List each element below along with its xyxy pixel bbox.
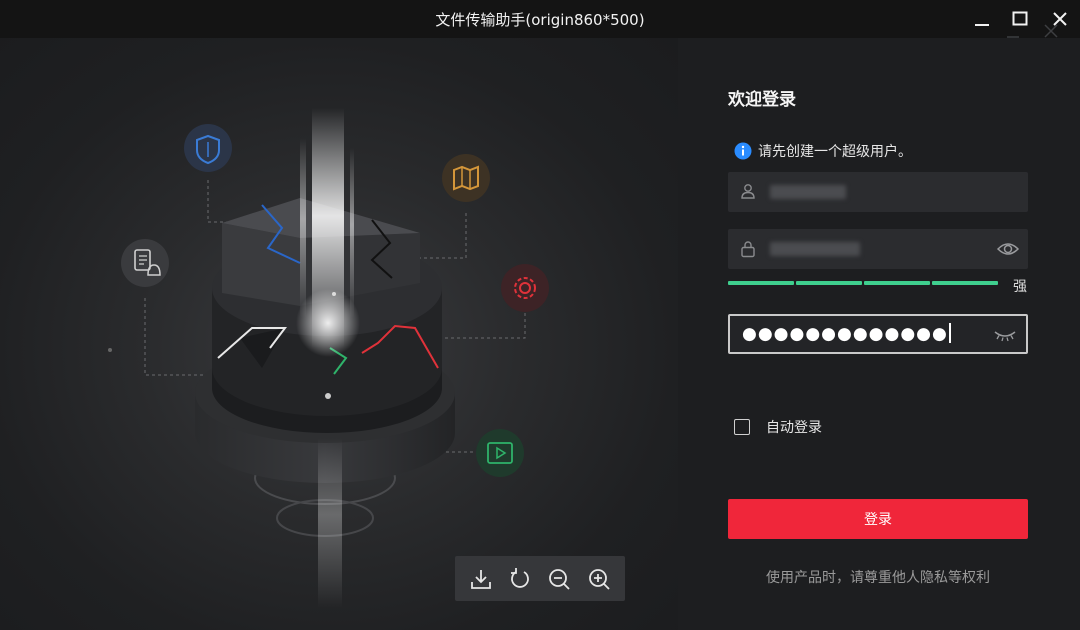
password-field[interactable] — [728, 229, 1028, 269]
document-bell-icon — [121, 239, 169, 287]
password-strength-label: 强 — [1013, 279, 1027, 295]
strength-bar-1 — [728, 281, 794, 285]
lock-icon — [741, 241, 755, 258]
info-message: 请先创建一个超级用户。 — [734, 140, 912, 162]
login-panel: 欢迎登录 请先创建一个超级用户。 强 ●●●●●●●●●●●●● 自动登录 登录… — [678, 38, 1080, 630]
password-value-obscured — [770, 242, 860, 256]
username-field[interactable] — [728, 172, 1028, 212]
image-viewer-toolbar — [455, 556, 625, 601]
map-icon — [442, 154, 490, 202]
strength-bar-2 — [796, 281, 862, 285]
login-title: 欢迎登录 — [728, 90, 796, 110]
privacy-note: 使用产品时，请尊重他人隐私等权利 — [766, 570, 990, 586]
auto-login-option[interactable]: 自动登录 — [734, 416, 822, 438]
gear-icon — [501, 264, 549, 312]
video-icon — [476, 429, 524, 477]
confirm-password-value: ●●●●●●●●●●●●● — [742, 324, 948, 344]
show-password-button[interactable] — [996, 238, 1020, 260]
confirm-password-field[interactable]: ●●●●●●●●●●●●● — [728, 314, 1028, 354]
text-caret — [948, 323, 951, 343]
user-icon — [741, 184, 755, 199]
illustration-panel — [0, 38, 678, 630]
auto-login-checkbox[interactable] — [734, 419, 750, 435]
eye-closed-icon — [994, 331, 1016, 342]
shield-icon — [184, 124, 232, 172]
auto-login-label: 自动登录 — [766, 420, 822, 436]
eye-icon — [996, 243, 1020, 255]
minimize-icon — [975, 24, 989, 26]
download-icon — [471, 570, 491, 589]
title-bar: 文件传输助手(origin860*500) — [0, 0, 1080, 38]
toggle-confirm-visibility-button[interactable] — [994, 327, 1016, 342]
strength-bar-4 — [932, 281, 998, 285]
password-strength-meter — [728, 281, 998, 285]
zoom-in-icon — [589, 569, 610, 590]
info-icon — [734, 142, 752, 160]
info-text: 请先创建一个超级用户。 — [758, 144, 912, 160]
window-title: 文件传输助手(origin860*500) — [435, 11, 645, 29]
zoom-out-icon — [549, 569, 570, 590]
product-illustration — [108, 108, 549, 608]
login-button[interactable]: 登录 — [728, 499, 1028, 539]
minimize-button[interactable] — [964, 4, 1000, 34]
rotate-button[interactable] — [506, 565, 534, 593]
zoom-out-button[interactable] — [545, 565, 573, 593]
download-button[interactable] — [467, 565, 495, 593]
strength-bar-3 — [864, 281, 930, 285]
rotate-icon — [511, 568, 529, 588]
zoom-in-button[interactable] — [585, 565, 613, 593]
username-value-obscured — [770, 185, 846, 199]
